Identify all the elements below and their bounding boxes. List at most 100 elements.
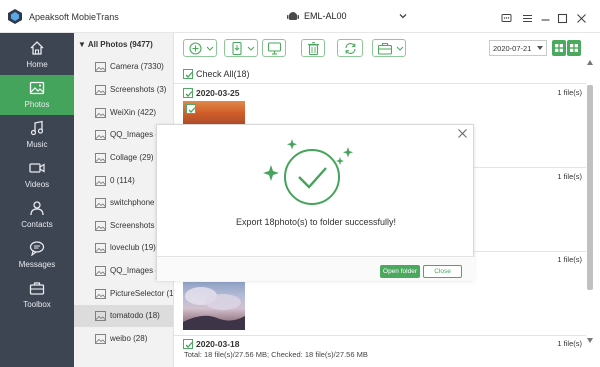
nav-label: Home [26,60,48,69]
group-checkbox[interactable] [183,88,193,98]
check-all-checkbox[interactable] [183,69,193,79]
close-icon[interactable] [576,13,587,24]
menu-icon[interactable] [522,13,533,24]
album-label: Screenshots (3) [110,85,167,94]
nav-messages[interactable]: Messages [0,235,74,275]
group-file-count: 1 file(s) [557,255,582,264]
album-item[interactable]: tomatodo (18) [74,305,173,327]
nav-toolbox[interactable]: Toolbox [0,275,74,315]
nav-label: Music [26,140,48,149]
title-bar: Apeaksoft MobieTrans EML-AL00 [0,0,600,33]
phone-export-icon [232,42,242,55]
album-label: QQ_Images (1 [110,266,163,275]
image-icon [95,311,106,321]
nav-label: Videos [24,180,50,189]
refresh-button[interactable] [337,39,363,57]
scroll-thumb[interactable] [587,85,593,290]
export-success-dialog: Export 18photo(s) to folder successfully… [156,124,475,281]
all-photos-label: All Photos (9477) [87,40,153,49]
nav-label: Photos [24,100,50,109]
nav-music[interactable]: Music [0,115,74,155]
album-item[interactable]: Screenshots (3) [74,79,173,101]
nav-photos[interactable]: Photos [0,75,74,115]
nav-home[interactable]: Home [0,35,74,75]
feedback-icon[interactable] [501,13,512,24]
photos-icon [29,81,45,95]
export-to-device-button[interactable] [224,39,258,57]
photo-thumbnail[interactable] [183,101,245,126]
briefcase-icon [378,42,392,55]
nav-videos[interactable]: Videos [0,155,74,195]
image-icon [95,243,106,253]
export-to-pc-button[interactable] [262,39,286,57]
album-item[interactable]: PictureSelector (1 [74,283,173,305]
album-label: Collage (29) [110,153,154,162]
delete-button[interactable] [301,39,325,57]
scroll-down-icon[interactable] [587,338,593,343]
app-title: Apeaksoft MobieTrans [29,12,119,22]
image-icon [95,85,106,95]
status-bar: Total: 18 file(s)/27.56 MB; Checked: 18 … [174,348,594,362]
date-filter-select[interactable]: 2020-07-21 [489,40,547,56]
image-icon [95,108,106,118]
messages-icon [29,241,45,256]
scrollbar[interactable] [586,60,594,362]
checkmark-icon [185,91,193,97]
open-folder-button[interactable]: Open folder [380,265,420,278]
app-logo-icon [8,9,22,24]
group-file-count: 1 file(s) [557,339,582,348]
album-label: Camera (7330) [110,62,164,71]
list-view-button[interactable] [567,40,581,56]
image-icon [95,334,106,344]
image-icon [95,221,106,231]
trash-icon [308,42,319,55]
close-button[interactable]: Close [423,265,462,278]
maximize-icon[interactable] [557,13,568,24]
status-text: Total: 18 file(s)/27.56 MB; Checked: 18 … [184,350,368,359]
caret-down-icon [537,46,543,50]
album-item[interactable]: Camera (7330) [74,56,173,78]
nav-label: Messages [18,260,56,269]
grid-view-button[interactable] [552,40,566,56]
date-group-row: 2020-03-25 1 file(s) [174,86,586,100]
contacts-icon [30,201,44,216]
album-label: switchphone ( [110,198,160,207]
album-label: 0 (114) [110,176,135,185]
checkmark-icon [188,107,196,113]
date-filter-value: 2020-07-21 [493,44,532,53]
image-icon [95,289,106,299]
dialog-footer: Open folder Close [157,256,475,281]
sidebar: Home Photos Music Videos Contacts Messag… [0,33,74,367]
all-photos-header[interactable]: ▼ All Photos (9477) [78,40,153,49]
album-label: tomatodo (18) [110,311,160,320]
image-icon [95,198,106,208]
album-label: QQ_Images (5 [110,130,163,139]
divider [174,335,586,336]
videos-icon [29,163,45,173]
album-label: loveclub (19) [110,243,156,252]
album-item[interactable]: weibo (28) [74,328,173,350]
nav-contacts[interactable]: Contacts [0,195,74,235]
success-check-icon [263,139,353,205]
home-icon [30,41,44,55]
scroll-up-icon[interactable] [587,60,593,65]
image-icon [95,266,106,276]
nav-label: Toolbox [23,300,51,309]
minimize-icon[interactable] [540,13,551,24]
nav-label: Contacts [21,220,53,229]
group-file-count: 1 file(s) [557,88,582,97]
refresh-icon [345,43,356,54]
close-icon[interactable] [457,128,468,139]
add-button[interactable] [183,39,217,57]
photo-thumbnail[interactable] [183,282,245,330]
group-date: 2020-03-25 [196,88,240,98]
toolbox-button[interactable] [372,39,406,57]
photo-checkbox[interactable] [186,104,196,114]
album-label: weibo (28) [110,334,148,343]
add-icon [189,42,202,55]
export-success-message: Export 18photo(s) to folder successfully… [235,217,397,227]
image-icon [95,153,106,163]
computer-icon [268,42,281,55]
album-item[interactable]: WeiXin (422) [74,102,173,124]
device-selector[interactable]: EML-AL00 [282,6,412,26]
